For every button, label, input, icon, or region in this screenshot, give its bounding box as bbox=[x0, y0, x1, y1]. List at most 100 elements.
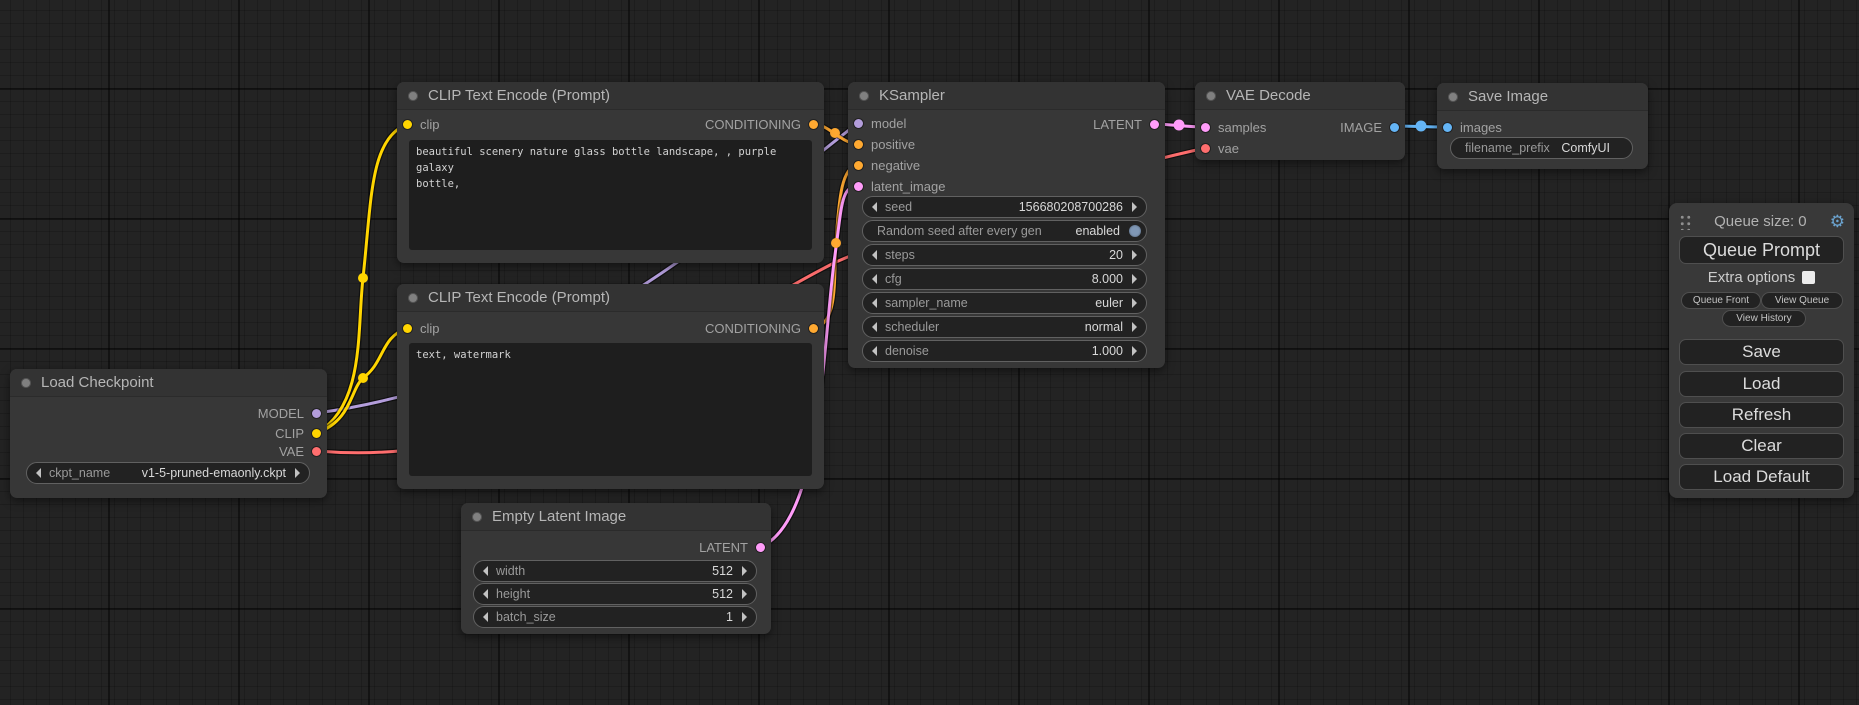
ckpt-name-widget[interactable]: ckpt_name v1-5-pruned-emaonly.ckpt bbox=[26, 462, 310, 484]
node-title-bar[interactable]: KSampler bbox=[848, 82, 1165, 110]
node-ksampler[interactable]: KSampler model positive negative latent_… bbox=[848, 82, 1165, 368]
cfg-widget[interactable]: cfg 8.000 bbox=[862, 268, 1147, 290]
reroute-dot[interactable] bbox=[830, 128, 840, 138]
view-history-button[interactable]: View History bbox=[1722, 310, 1806, 327]
negative-input-slot[interactable] bbox=[854, 161, 863, 170]
toggle-icon[interactable] bbox=[1129, 225, 1141, 237]
slot-label: clip bbox=[420, 117, 440, 132]
vae-input-slot[interactable] bbox=[1201, 144, 1210, 153]
reroute-dot[interactable] bbox=[358, 373, 368, 383]
load-button[interactable]: Load bbox=[1679, 371, 1844, 397]
collapse-dot-icon[interactable] bbox=[408, 91, 418, 101]
images-input-slot[interactable] bbox=[1443, 123, 1452, 132]
right-arrow-icon[interactable] bbox=[295, 468, 300, 478]
right-arrow-icon[interactable] bbox=[1132, 298, 1137, 308]
right-arrow-icon[interactable] bbox=[1132, 346, 1137, 356]
right-arrow-icon[interactable] bbox=[742, 612, 747, 622]
clip-input-slot[interactable] bbox=[403, 324, 412, 333]
node-graph-canvas[interactable]: { "nodes": { "load_checkpoint": { "title… bbox=[0, 0, 1859, 705]
model-output-slot[interactable] bbox=[312, 409, 321, 418]
extra-options-checkbox[interactable] bbox=[1802, 271, 1815, 284]
right-arrow-icon[interactable] bbox=[1132, 274, 1137, 284]
collapse-dot-icon[interactable] bbox=[21, 378, 31, 388]
collapse-dot-icon[interactable] bbox=[472, 512, 482, 522]
node-title-bar[interactable]: Load Checkpoint bbox=[10, 369, 327, 397]
prompt-textarea[interactable]: text, watermark bbox=[409, 343, 812, 476]
conditioning-output-slot[interactable] bbox=[809, 120, 818, 129]
right-arrow-icon[interactable] bbox=[742, 566, 747, 576]
save-button[interactable]: Save bbox=[1679, 339, 1844, 365]
left-arrow-icon[interactable] bbox=[483, 612, 488, 622]
input-positive: positive bbox=[854, 135, 915, 153]
node-clip-text-encode-negative[interactable]: CLIP Text Encode (Prompt) clip CONDITION… bbox=[397, 284, 824, 489]
widget-value: normal bbox=[1085, 320, 1123, 334]
clip-output-slot[interactable] bbox=[312, 429, 321, 438]
queue-prompt-button[interactable]: Queue Prompt bbox=[1679, 236, 1844, 264]
left-arrow-icon[interactable] bbox=[483, 589, 488, 599]
left-arrow-icon[interactable] bbox=[872, 250, 877, 260]
right-arrow-icon[interactable] bbox=[1132, 202, 1137, 212]
node-title-bar[interactable]: VAE Decode bbox=[1195, 82, 1405, 110]
clear-button[interactable]: Clear bbox=[1679, 433, 1844, 459]
clip-input-slot[interactable] bbox=[403, 120, 412, 129]
node-title-bar[interactable]: CLIP Text Encode (Prompt) bbox=[397, 82, 824, 110]
node-save-image[interactable]: Save Image images filename_prefix ComfyU… bbox=[1437, 83, 1648, 169]
denoise-widget[interactable]: denoise 1.000 bbox=[862, 340, 1147, 362]
load-default-button[interactable]: Load Default bbox=[1679, 464, 1844, 490]
left-arrow-icon[interactable] bbox=[36, 468, 41, 478]
latent-output-slot[interactable] bbox=[1150, 120, 1159, 129]
reroute-dot[interactable] bbox=[1174, 120, 1185, 131]
right-arrow-icon[interactable] bbox=[1132, 250, 1137, 260]
input-model: model bbox=[854, 114, 906, 132]
seed-widget[interactable]: seed 156680208700286 bbox=[862, 196, 1147, 218]
node-title-bar[interactable]: Save Image bbox=[1437, 83, 1648, 111]
left-arrow-icon[interactable] bbox=[483, 566, 488, 576]
collapse-dot-icon[interactable] bbox=[1448, 92, 1458, 102]
model-input-slot[interactable] bbox=[854, 119, 863, 128]
slot-label: clip bbox=[420, 321, 440, 336]
latent-image-input-slot[interactable] bbox=[854, 182, 863, 191]
conditioning-output-slot[interactable] bbox=[809, 324, 818, 333]
random-seed-toggle-widget[interactable]: Random seed after every gen enabled bbox=[862, 220, 1147, 242]
refresh-button[interactable]: Refresh bbox=[1679, 402, 1844, 428]
samples-input-slot[interactable] bbox=[1201, 123, 1210, 132]
reroute-dot[interactable] bbox=[1416, 121, 1427, 132]
node-empty-latent-image[interactable]: Empty Latent Image LATENT width 512 heig… bbox=[461, 503, 771, 634]
vae-output-slot[interactable] bbox=[312, 447, 321, 456]
node-clip-text-encode-positive[interactable]: CLIP Text Encode (Prompt) clip CONDITION… bbox=[397, 82, 824, 263]
node-title-bar[interactable]: CLIP Text Encode (Prompt) bbox=[397, 284, 824, 312]
right-arrow-icon[interactable] bbox=[742, 589, 747, 599]
reroute-dot[interactable] bbox=[831, 238, 841, 248]
collapse-dot-icon[interactable] bbox=[859, 91, 869, 101]
node-title-bar[interactable]: Empty Latent Image bbox=[461, 503, 771, 531]
left-arrow-icon[interactable] bbox=[872, 274, 877, 284]
height-widget[interactable]: height 512 bbox=[473, 583, 757, 605]
gear-icon[interactable]: ⚙ bbox=[1830, 213, 1845, 230]
right-arrow-icon[interactable] bbox=[1132, 322, 1137, 332]
steps-widget[interactable]: steps 20 bbox=[862, 244, 1147, 266]
node-load-checkpoint[interactable]: Load Checkpoint MODEL CLIP VAE ckpt_name… bbox=[10, 369, 327, 498]
queue-front-button[interactable]: Queue Front bbox=[1681, 292, 1761, 309]
view-queue-button[interactable]: View Queue bbox=[1761, 292, 1843, 309]
output-conditioning: CONDITIONING bbox=[705, 115, 818, 133]
image-output-slot[interactable] bbox=[1390, 123, 1399, 132]
widget-label: ckpt_name bbox=[49, 466, 110, 480]
left-arrow-icon[interactable] bbox=[872, 298, 877, 308]
positive-input-slot[interactable] bbox=[854, 140, 863, 149]
width-widget[interactable]: width 512 bbox=[473, 560, 757, 582]
left-arrow-icon[interactable] bbox=[872, 322, 877, 332]
node-vae-decode[interactable]: VAE Decode samples vae IMAGE bbox=[1195, 82, 1405, 160]
left-arrow-icon[interactable] bbox=[872, 202, 877, 212]
filename-prefix-widget[interactable]: filename_prefix ComfyUI bbox=[1450, 137, 1633, 159]
latent-output-slot[interactable] bbox=[756, 543, 765, 552]
scheduler-widget[interactable]: scheduler normal bbox=[862, 316, 1147, 338]
drag-handle-icon[interactable] bbox=[1678, 213, 1691, 230]
collapse-dot-icon[interactable] bbox=[1206, 91, 1216, 101]
prompt-textarea[interactable]: beautiful scenery nature glass bottle la… bbox=[409, 140, 812, 250]
left-arrow-icon[interactable] bbox=[872, 346, 877, 356]
sampler-name-widget[interactable]: sampler_name euler bbox=[862, 292, 1147, 314]
collapse-dot-icon[interactable] bbox=[408, 293, 418, 303]
node-title: KSampler bbox=[879, 87, 945, 104]
reroute-dot[interactable] bbox=[358, 273, 368, 283]
batch-size-widget[interactable]: batch_size 1 bbox=[473, 606, 757, 628]
